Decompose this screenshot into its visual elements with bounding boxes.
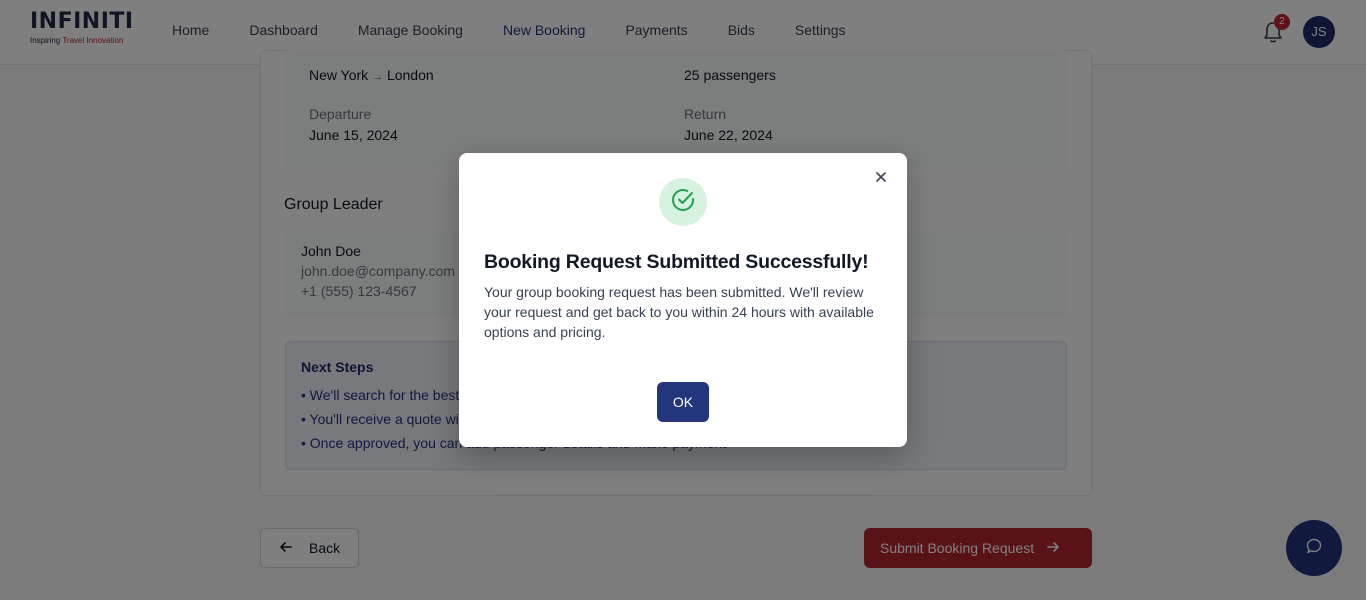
success-badge <box>659 178 707 226</box>
dialog-message: Your group booking request has been subm… <box>484 284 874 340</box>
success-dialog: Booking Request Submitted Successfully! … <box>459 153 907 447</box>
ok-button[interactable]: OK <box>657 382 709 422</box>
close-icon[interactable] <box>873 169 889 185</box>
dialog-title: Booking Request Submitted Successfully! <box>484 251 869 273</box>
check-circle-icon <box>670 187 696 218</box>
